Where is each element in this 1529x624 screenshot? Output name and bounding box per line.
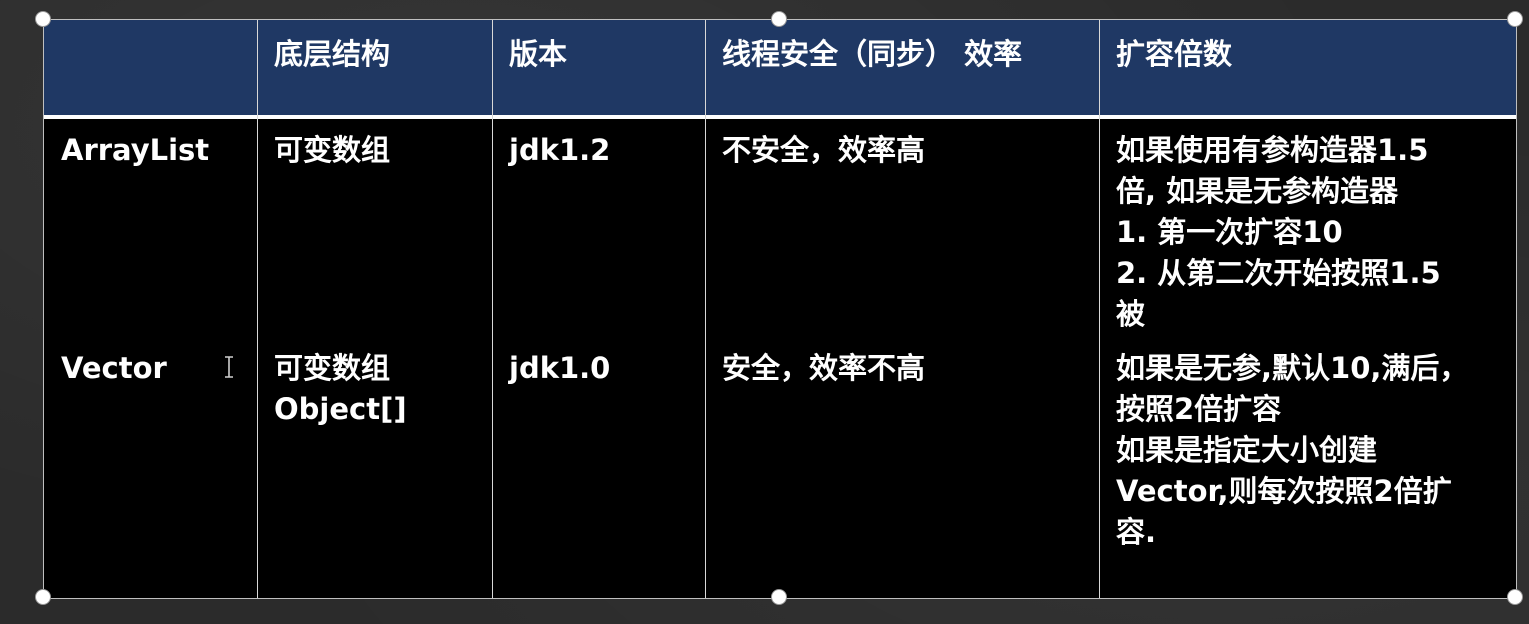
- cell-version[interactable]: jdk1.2: [492, 130, 705, 171]
- resize-handle-top-left-icon[interactable]: [35, 11, 51, 27]
- resize-handle-bottom-right-icon[interactable]: [1507, 589, 1523, 605]
- cell-structure[interactable]: 可变数组: [257, 130, 492, 171]
- cell-thread-safety[interactable]: 不安全，效率高: [705, 130, 1099, 171]
- header-cell-growth[interactable]: 扩容倍数: [1099, 34, 1516, 75]
- header-cell-thread-safety[interactable]: 线程安全（同步） 效率: [705, 34, 1099, 75]
- column-divider: [257, 20, 258, 598]
- column-divider: [705, 20, 706, 598]
- cell-growth[interactable]: 如果使用有参构造器1.5 倍, 如果是无参构造器 1. 第一次扩容10 2. 从…: [1099, 130, 1516, 335]
- table-row-vector: Vector 可变数组 Object[] jdk1.0 安全，效率不高 如果是无…: [44, 337, 1516, 598]
- resize-handle-bottom-left-icon[interactable]: [35, 589, 51, 605]
- cell-class-name[interactable]: ArrayList: [44, 130, 257, 171]
- table-row-arraylist: ArrayList 可变数组 jdk1.2 不安全，效率高 如果使用有参构造器1…: [44, 119, 1516, 337]
- cell-thread-safety[interactable]: 安全，效率不高: [705, 348, 1099, 389]
- resize-handle-bottom-center-icon[interactable]: [771, 589, 787, 605]
- column-divider: [492, 20, 493, 598]
- text-cursor-icon: [225, 356, 233, 378]
- resize-handle-top-right-icon[interactable]: [1507, 11, 1523, 27]
- header-cell-version[interactable]: 版本: [492, 34, 705, 75]
- header-cell-structure[interactable]: 底层结构: [257, 34, 492, 75]
- comparison-table[interactable]: 底层结构 版本 线程安全（同步） 效率 扩容倍数 ArrayList 可变数组 …: [44, 20, 1516, 598]
- column-divider: [1099, 20, 1100, 598]
- cell-structure[interactable]: 可变数组 Object[]: [257, 348, 492, 430]
- cell-growth[interactable]: 如果是无参,默认10,满后， 按照2倍扩容 如果是指定大小创建 Vector,则…: [1099, 348, 1516, 553]
- resize-handle-top-center-icon[interactable]: [771, 11, 787, 27]
- table-header-row: 底层结构 版本 线程安全（同步） 效率 扩容倍数: [44, 20, 1516, 115]
- cell-version[interactable]: jdk1.0: [492, 348, 705, 389]
